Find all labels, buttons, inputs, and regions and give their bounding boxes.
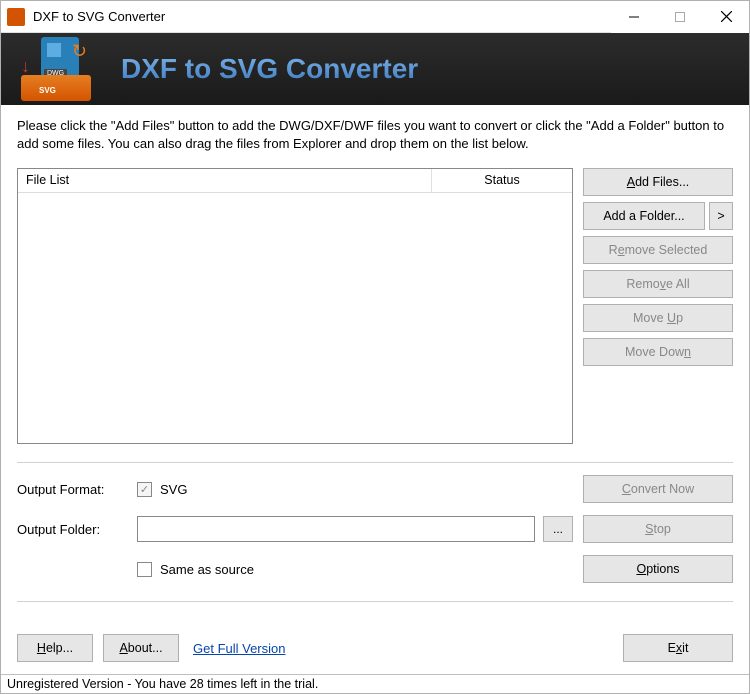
minimize-button[interactable]	[611, 1, 657, 33]
add-folder-button[interactable]: Add a Folder...	[583, 202, 705, 230]
convert-now-button[interactable]: Convert Now	[583, 475, 733, 503]
output-folder-input[interactable]	[137, 516, 535, 542]
minimize-icon	[629, 12, 639, 22]
file-list-body[interactable]	[18, 193, 572, 443]
help-button[interactable]: Help...	[17, 634, 93, 662]
separator-bottom	[17, 601, 733, 602]
window-title: DXF to SVG Converter	[33, 9, 611, 24]
svg-checkbox	[137, 482, 152, 497]
output-folder-row: Output Folder: ... Stop	[17, 515, 733, 543]
svg-checkbox-label: SVG	[160, 482, 187, 497]
titlebar: DXF to SVG Converter	[1, 1, 749, 33]
about-button[interactable]: About...	[103, 634, 179, 662]
add-files-button[interactable]: Add Files...	[583, 168, 733, 196]
banner: DWG ↻ ↓ SVG DXF to SVG Converter	[1, 33, 749, 105]
column-file[interactable]: File List	[18, 169, 432, 192]
window-controls	[611, 1, 749, 33]
file-list[interactable]: File List Status	[17, 168, 573, 444]
maximize-button[interactable]	[657, 1, 703, 33]
move-up-button[interactable]: Move Up	[583, 304, 733, 332]
separator	[17, 462, 733, 463]
move-down-button[interactable]: Move Down	[583, 338, 733, 366]
remove-selected-button[interactable]: Remove Selected	[583, 236, 733, 264]
body-area: Please click the "Add Files" button to a…	[1, 105, 749, 674]
output-format-row: Output Format: SVG Convert Now	[17, 475, 733, 503]
app-window: DXF to SVG Converter DWG ↻ ↓ SVG DXF to …	[0, 0, 750, 694]
column-status[interactable]: Status	[432, 169, 572, 192]
close-button[interactable]	[703, 1, 749, 33]
close-icon	[721, 11, 732, 22]
main-row: File List Status Add Files... Add a Fold…	[17, 168, 733, 444]
app-icon	[7, 8, 25, 26]
output-format-label: Output Format:	[17, 482, 137, 497]
stop-button[interactable]: Stop	[583, 515, 733, 543]
same-as-source-label: Same as source	[160, 562, 254, 577]
same-as-source-checkbox[interactable]	[137, 562, 152, 577]
banner-logo-icon: DWG ↻ ↓ SVG	[21, 37, 91, 101]
exit-button[interactable]: Exit	[623, 634, 733, 662]
banner-title: DXF to SVG Converter	[121, 53, 418, 85]
instructions-text: Please click the "Add Files" button to a…	[17, 117, 733, 152]
form-area: Output Format: SVG Convert Now Output Fo…	[17, 475, 733, 583]
output-folder-label: Output Folder:	[17, 522, 137, 537]
browse-folder-button[interactable]: ...	[543, 516, 573, 542]
remove-all-button[interactable]: Remove All	[583, 270, 733, 298]
status-bar: Unregistered Version - You have 28 times…	[1, 674, 749, 693]
options-button[interactable]: Options	[583, 555, 733, 583]
side-button-column: Add Files... Add a Folder... > Remove Se…	[583, 168, 733, 444]
maximize-icon	[675, 12, 685, 22]
bottom-row: Help... About... Get Full Version Exit	[17, 632, 733, 670]
get-full-version-link[interactable]: Get Full Version	[193, 641, 286, 656]
file-list-header: File List Status	[18, 169, 572, 193]
add-folder-row: Add a Folder... >	[583, 202, 733, 230]
add-folder-dropdown-button[interactable]: >	[709, 202, 733, 230]
same-as-source-row: Same as source Options	[17, 555, 733, 583]
